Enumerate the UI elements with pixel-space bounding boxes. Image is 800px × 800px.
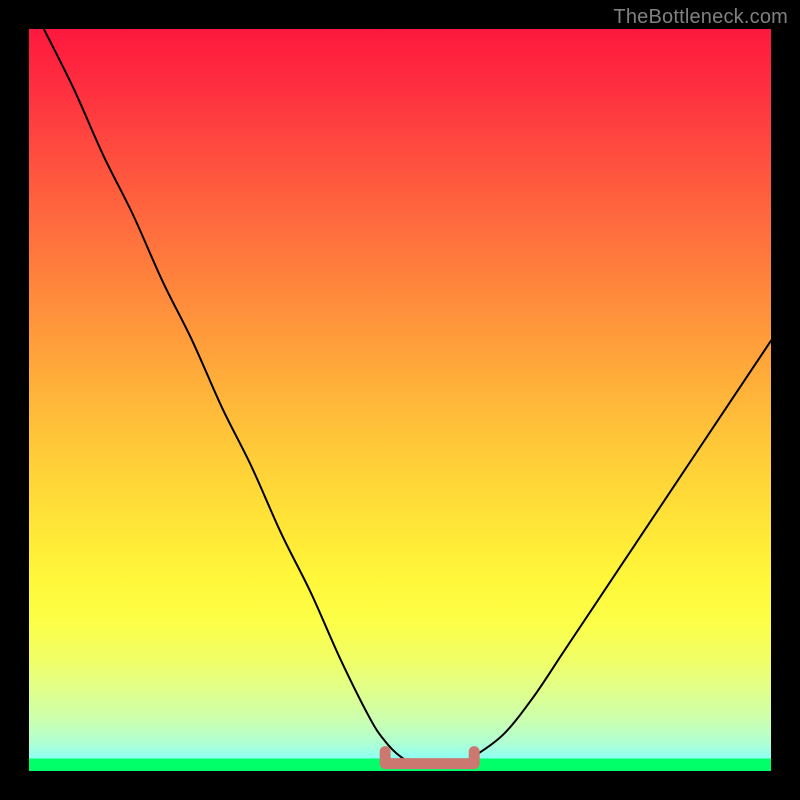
bottleneck-curve-path xyxy=(44,29,771,764)
watermark-text: TheBottleneck.com xyxy=(613,6,788,29)
chart-frame: TheBottleneck.com xyxy=(0,0,800,800)
min-band-marker xyxy=(385,752,474,764)
plot-area xyxy=(29,29,771,771)
bottleneck-curve-svg xyxy=(29,29,771,771)
